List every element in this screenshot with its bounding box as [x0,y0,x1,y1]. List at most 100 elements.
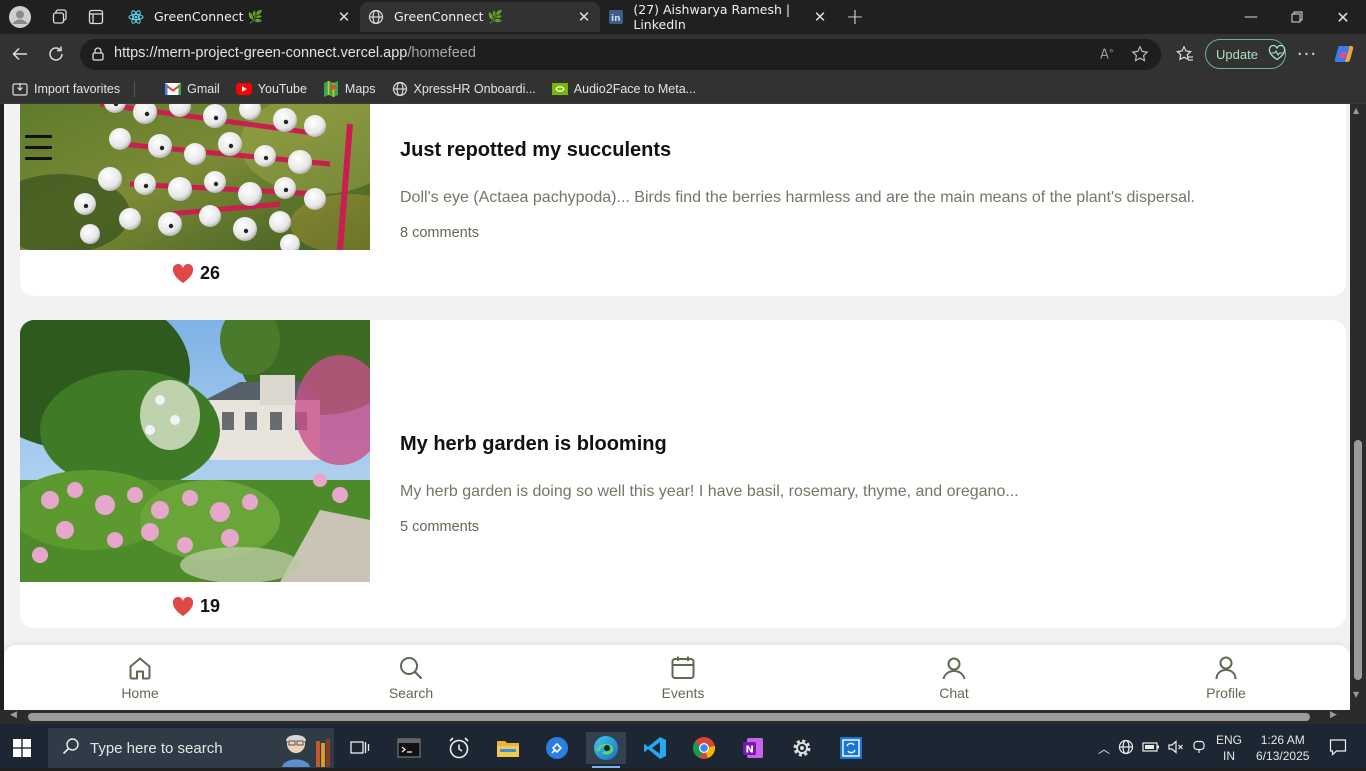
menu-icon[interactable] [25,135,52,161]
scroll-down-icon[interactable]: ▼ [1353,690,1359,699]
address-bar[interactable]: https://mern-project-green-connect.verce… [80,39,1161,70]
tab-bar: GreenConnect 🌿 ✕ GreenConnect 🌿 ✕ in (27… [0,0,1366,34]
clock-date: 6/13/2025 [1256,749,1310,763]
import-favorites[interactable]: Import favorites [12,80,136,97]
settings-gear-icon[interactable] [782,732,822,764]
windows-start-icon[interactable] [2,732,42,764]
show-hidden-icons-icon[interactable]: ︿ [1098,740,1110,757]
favorite-maps[interactable]: Maps [323,80,376,97]
close-tab-icon[interactable]: ✕ [336,9,352,25]
favorite-gmail[interactable]: Gmail [165,81,220,97]
menu-bar [25,146,52,149]
heart-pulse-icon [1268,44,1286,64]
favorite-youtube[interactable]: YouTube [235,81,307,97]
tab-greenconnect-1[interactable]: GreenConnect 🌿 ✕ [120,2,360,32]
favorite-label: Maps [344,81,376,96]
import-icon [12,81,28,97]
post-card[interactable]: Just repotted my succulents Doll's eye (… [20,104,1346,296]
nav-events[interactable]: Events [643,655,723,701]
nav-home[interactable]: Home [100,655,180,701]
like-button[interactable]: 26 [172,263,220,284]
alarms-clock-icon[interactable] [439,732,479,764]
scroll-up-icon[interactable]: ▲ [1353,106,1359,115]
react-icon [128,9,144,25]
file-explorer-icon[interactable] [488,732,528,764]
like-count: 19 [200,596,221,616]
onenote-icon[interactable]: N [733,732,773,764]
nav-chat[interactable]: Chat [914,655,994,701]
edge-browser-icon[interactable] [586,732,626,768]
post-description: Doll's eye (Actaea pachypoda)... Birds f… [400,189,1195,206]
close-tab-icon[interactable]: ✕ [812,9,828,25]
network-globe-icon[interactable] [1118,739,1134,758]
favorite-star-icon[interactable] [1131,45,1149,66]
terminal-icon[interactable] [389,732,429,764]
search-icon [400,657,423,680]
taskbar-search[interactable]: Type here to search [48,728,334,768]
input-language[interactable]: ENG IN [1216,732,1242,764]
clock[interactable]: 1:26 AM 6/13/2025 [1256,732,1309,764]
profile-icon[interactable] [2,0,38,34]
scroll-left-icon[interactable]: ◀ [10,710,17,720]
favorites-icon[interactable] [1170,39,1200,69]
post-comments-link[interactable]: 8 comments [400,225,479,241]
back-icon[interactable] [5,39,35,69]
heart-icon [172,263,194,283]
task-view-icon[interactable] [340,732,380,764]
site-info-icon[interactable] [90,46,106,65]
search-placeholder: Type here to search [90,739,223,757]
like-button[interactable]: 19 [172,596,220,617]
copilot-icon[interactable] [1329,39,1359,69]
post-image-berries[interactable] [20,104,410,254]
nav-profile[interactable]: Profile [1186,655,1266,701]
favorite-audio2face[interactable]: Audio2Face to Meta... [551,81,696,97]
post-title[interactable]: My herb garden is blooming [400,433,667,456]
favorite-label: YouTube [257,81,307,96]
chrome-icon[interactable] [684,732,724,764]
calendar-icon [671,656,695,679]
scrollbar-thumb[interactable] [28,713,1310,721]
refresh-icon[interactable] [41,39,71,69]
svg-text:in: in [611,14,621,24]
search-highlight-icon[interactable] [274,729,332,771]
post-card[interactable]: My herb garden is blooming My herb garde… [20,320,1346,628]
volume-muted-icon[interactable] [1168,739,1184,757]
nvidia-icon [551,81,568,97]
post-image-garden[interactable] [20,320,400,583]
region-code: IN [1223,749,1236,763]
close-tab-icon[interactable]: ✕ [576,9,592,25]
url-text[interactable]: https://mern-project-green-connect.verce… [114,45,476,61]
like-count: 26 [200,263,221,283]
workspaces-icon[interactable] [42,0,78,34]
more-options-icon[interactable]: ··· [1292,39,1322,69]
favorite-xpresshr[interactable]: XpressHR Onboardi... [392,81,536,97]
scrollbar-thumb[interactable] [1354,440,1362,680]
tab-linkedin[interactable]: in (27) Aishwarya Ramesh | LinkedIn ✕ [600,2,838,32]
vscode-icon[interactable] [635,732,675,764]
address-bar-row: https://mern-project-green-connect.verce… [0,34,1366,74]
system-tray: ︿ ENG IN 1:26 AM 6/13/2025 [1098,728,1347,768]
nav-search[interactable]: Search [371,655,451,701]
battery-icon[interactable] [1142,741,1160,756]
tab-title: GreenConnect 🌿 [394,9,504,24]
read-aloud-icon[interactable]: A» [1100,46,1114,62]
close-window-icon[interactable]: ✕ [1320,0,1366,34]
horizontal-scrollbar[interactable]: ◀ ▶ [0,710,1366,724]
vertical-scrollbar[interactable]: ▲ ▼ [1350,104,1366,710]
minimize-icon[interactable]: — [1228,0,1274,34]
post-comments-link[interactable]: 5 comments [400,519,479,535]
clock-time: 1:26 AM [1260,733,1305,747]
sync-app-icon[interactable] [831,732,871,764]
notifications-icon[interactable] [1329,738,1347,759]
new-tab-icon[interactable]: + [837,0,873,34]
display-icon[interactable] [1192,740,1206,757]
post-title[interactable]: Just repotted my succulents [400,139,671,162]
tab-actions-icon[interactable] [78,0,114,34]
pin-app-icon[interactable] [537,732,577,764]
nav-label: Events [661,685,705,701]
favorites-bar: Import favorites Gmail YouTube Maps Xpre… [0,74,1366,104]
tab-greenconnect-2[interactable]: GreenConnect 🌿 ✕ [360,2,600,32]
update-button[interactable]: Update [1205,39,1286,69]
scroll-right-icon[interactable]: ▶ [1330,710,1337,720]
restore-icon[interactable] [1274,0,1320,34]
